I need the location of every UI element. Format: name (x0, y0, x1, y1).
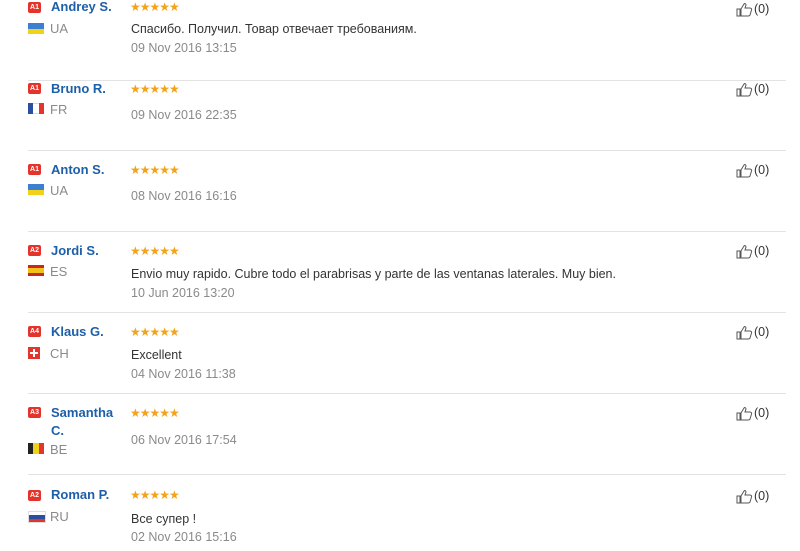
helpful-button[interactable]: (0) (736, 324, 776, 340)
country-code: FR (50, 102, 68, 117)
review-item: A1 Bruno R. FR ★★★★★ 09 Nov 2016 22:35 (… (0, 70, 800, 151)
country-code: ES (50, 264, 68, 279)
thumbs-up-icon (736, 2, 753, 16)
country-code: UA (50, 183, 69, 198)
review-item: A2 Jordi S. ES ★★★★★ Envio muy rapido. C… (0, 232, 800, 313)
star-rating: ★★★★★ (130, 488, 180, 502)
country-code: CH (50, 346, 69, 361)
star-rating: ★★★★★ (130, 82, 180, 96)
review-date: 10 Jun 2016 13:20 (131, 286, 235, 300)
helpful-count: (0) (754, 489, 770, 503)
thumbs-up-icon (736, 82, 753, 96)
review-text: Спасибо. Получил. Товар отвечает требова… (131, 22, 417, 36)
helpful-count: (0) (754, 82, 770, 96)
level-badge: A1 (28, 164, 41, 175)
star-rating: ★★★★★ (130, 0, 180, 14)
star-rating: ★★★★★ (130, 163, 180, 177)
thumbs-up-icon (736, 406, 753, 420)
helpful-count: (0) (754, 406, 770, 420)
helpful-button[interactable]: (0) (736, 488, 776, 504)
spain-flag-icon (28, 265, 44, 276)
thumbs-up-icon (736, 325, 753, 339)
ukraine-flag-icon (28, 184, 44, 195)
review-item: A1 Anton S. UA ★★★★★ 08 Nov 2016 16:16 (… (0, 151, 800, 232)
reviewer-name[interactable]: Samantha C. (51, 404, 129, 440)
helpful-button[interactable]: (0) (736, 243, 776, 259)
level-badge: A4 (28, 326, 41, 337)
level-badge: A1 (28, 83, 41, 94)
helpful-count: (0) (754, 163, 770, 177)
reviewer-name[interactable]: Klaus G. (51, 323, 127, 341)
star-rating: ★★★★★ (130, 244, 180, 258)
level-badge: A2 (28, 490, 41, 501)
helpful-button[interactable]: (0) (736, 1, 776, 17)
ukraine-flag-icon (28, 23, 44, 34)
reviewer-name[interactable]: Andrey S. (51, 0, 127, 16)
reviewer-name[interactable]: Anton S. (51, 161, 127, 179)
star-rating: ★★★★★ (130, 325, 180, 339)
france-flag-icon (28, 103, 44, 114)
reviewer-name[interactable]: Bruno R. (51, 80, 127, 98)
level-badge: A3 (28, 407, 41, 418)
helpful-button[interactable]: (0) (736, 162, 776, 178)
review-text: Все супер ! (131, 512, 197, 526)
helpful-button[interactable]: (0) (736, 405, 776, 421)
thumbs-up-icon (736, 489, 753, 503)
review-item: A4 Klaus G. CH ★★★★★ Excellent 04 Nov 20… (0, 313, 800, 394)
helpful-count: (0) (754, 2, 770, 16)
review-date: 08 Nov 2016 16:16 (131, 189, 237, 203)
review-date: 09 Nov 2016 22:35 (131, 108, 237, 122)
level-badge: A2 (28, 245, 41, 256)
review-text: Envio muy rapido. Cubre todo el parabris… (131, 267, 616, 281)
level-badge: A1 (28, 2, 41, 13)
helpful-count: (0) (754, 244, 770, 258)
review-date: 02 Nov 2016 15:16 (131, 530, 237, 544)
review-item: A1 Andrey S. UA ★★★★★ Спасибо. Получил. … (0, 0, 800, 81)
country-code: RU (50, 509, 69, 524)
review-date: 04 Nov 2016 11:38 (131, 367, 236, 381)
thumbs-up-icon (736, 244, 753, 258)
review-item: A3 Samantha C. BE ★★★★★ 06 Nov 2016 17:5… (0, 394, 800, 475)
helpful-count: (0) (754, 325, 770, 339)
reviewer-name[interactable]: Roman P. (51, 486, 127, 504)
thumbs-up-icon (736, 163, 753, 177)
russia-flag-icon (28, 511, 46, 523)
helpful-button[interactable]: (0) (736, 81, 776, 97)
review-text: Excellent (131, 348, 182, 362)
review-item: A2 Roman P. RU ★★★★★ Все супер ! 02 Nov … (0, 475, 800, 551)
country-code: UA (50, 21, 69, 36)
switzerland-flag-icon (28, 347, 40, 359)
reviewer-name[interactable]: Jordi S. (51, 242, 127, 260)
review-date: 09 Nov 2016 13:15 (131, 41, 237, 55)
review-date: 06 Nov 2016 17:54 (131, 433, 237, 447)
belgium-flag-icon (28, 443, 44, 454)
country-code: BE (50, 442, 68, 457)
star-rating: ★★★★★ (130, 406, 180, 420)
